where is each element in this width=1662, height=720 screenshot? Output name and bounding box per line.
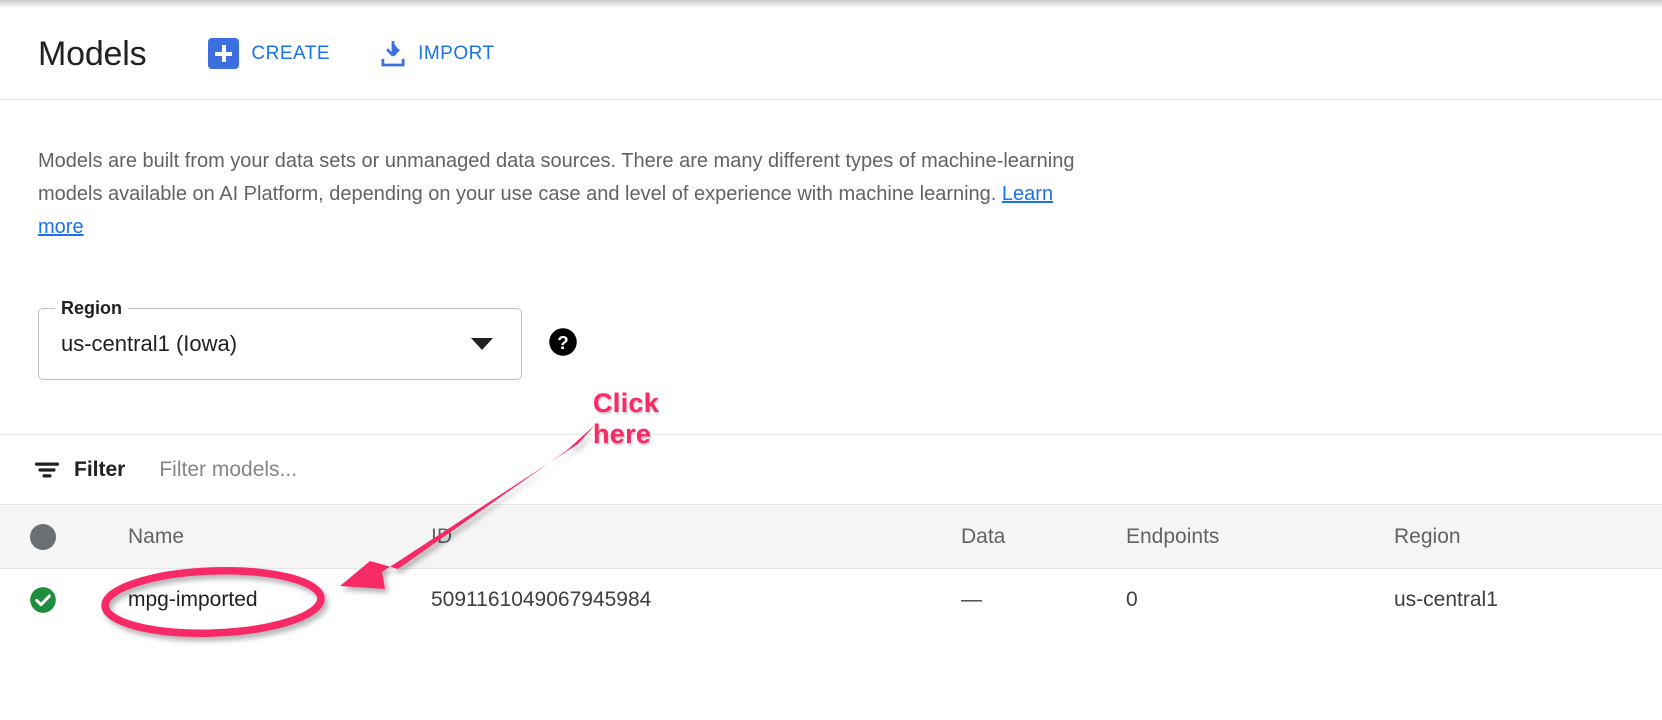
import-button[interactable]: IMPORT — [376, 34, 499, 74]
header-actions: CREATE IMPORT — [204, 32, 498, 75]
create-button-label: CREATE — [251, 43, 330, 65]
status-check-icon — [29, 586, 57, 614]
cell-model-id: 5091161049067945984 — [431, 588, 961, 612]
filter-label: Filter — [74, 458, 125, 482]
chevron-down-icon — [471, 338, 493, 350]
create-button[interactable]: CREATE — [204, 32, 334, 75]
select-all-cell[interactable] — [0, 524, 86, 550]
help-icon[interactable]: ? — [522, 327, 578, 362]
region-value: us-central1 (Iowa) — [61, 331, 471, 357]
column-header-id[interactable]: ID — [431, 525, 961, 549]
column-header-region[interactable]: Region — [1394, 525, 1662, 549]
table-header-row: Name ID Data Endpoints Region — [0, 506, 1662, 569]
region-row: Region us-central1 (Iowa) ? — [38, 308, 578, 380]
top-shadow-strip — [0, 0, 1662, 8]
column-header-endpoints[interactable]: Endpoints — [1126, 525, 1394, 549]
column-header-data[interactable]: Data — [961, 525, 1126, 549]
plus-icon — [208, 38, 239, 69]
column-header-name[interactable]: Name — [86, 525, 431, 549]
models-page: Models CREATE IMPORT Models are built fr… — [0, 0, 1662, 720]
region-label: Region — [55, 298, 128, 318]
select-all-checkbox-icon — [30, 524, 56, 550]
filter-bar: Filter — [0, 435, 1662, 505]
models-table: Name ID Data Endpoints Region mpg-import… — [0, 506, 1662, 631]
description-text: Models are built from your data sets or … — [38, 150, 1074, 205]
filter-input[interactable] — [159, 458, 679, 482]
cell-endpoints: 0 — [1126, 588, 1394, 612]
import-button-label: IMPORT — [418, 43, 495, 65]
import-icon — [380, 40, 406, 68]
page-header: Models CREATE IMPORT — [0, 8, 1662, 100]
region-select[interactable]: Region us-central1 (Iowa) — [38, 308, 522, 380]
page-title: Models — [38, 37, 146, 71]
svg-text:?: ? — [557, 331, 568, 352]
filter-icon[interactable] — [34, 460, 60, 480]
cell-region: us-central1 — [1394, 588, 1662, 612]
cell-model-name[interactable]: mpg-imported — [86, 588, 431, 612]
page-description: Models are built from your data sets or … — [38, 145, 1098, 244]
cell-data: — — [961, 588, 1126, 612]
table-row[interactable]: mpg-imported 5091161049067945984 — 0 us-… — [0, 569, 1662, 631]
row-select-cell[interactable] — [0, 586, 86, 614]
